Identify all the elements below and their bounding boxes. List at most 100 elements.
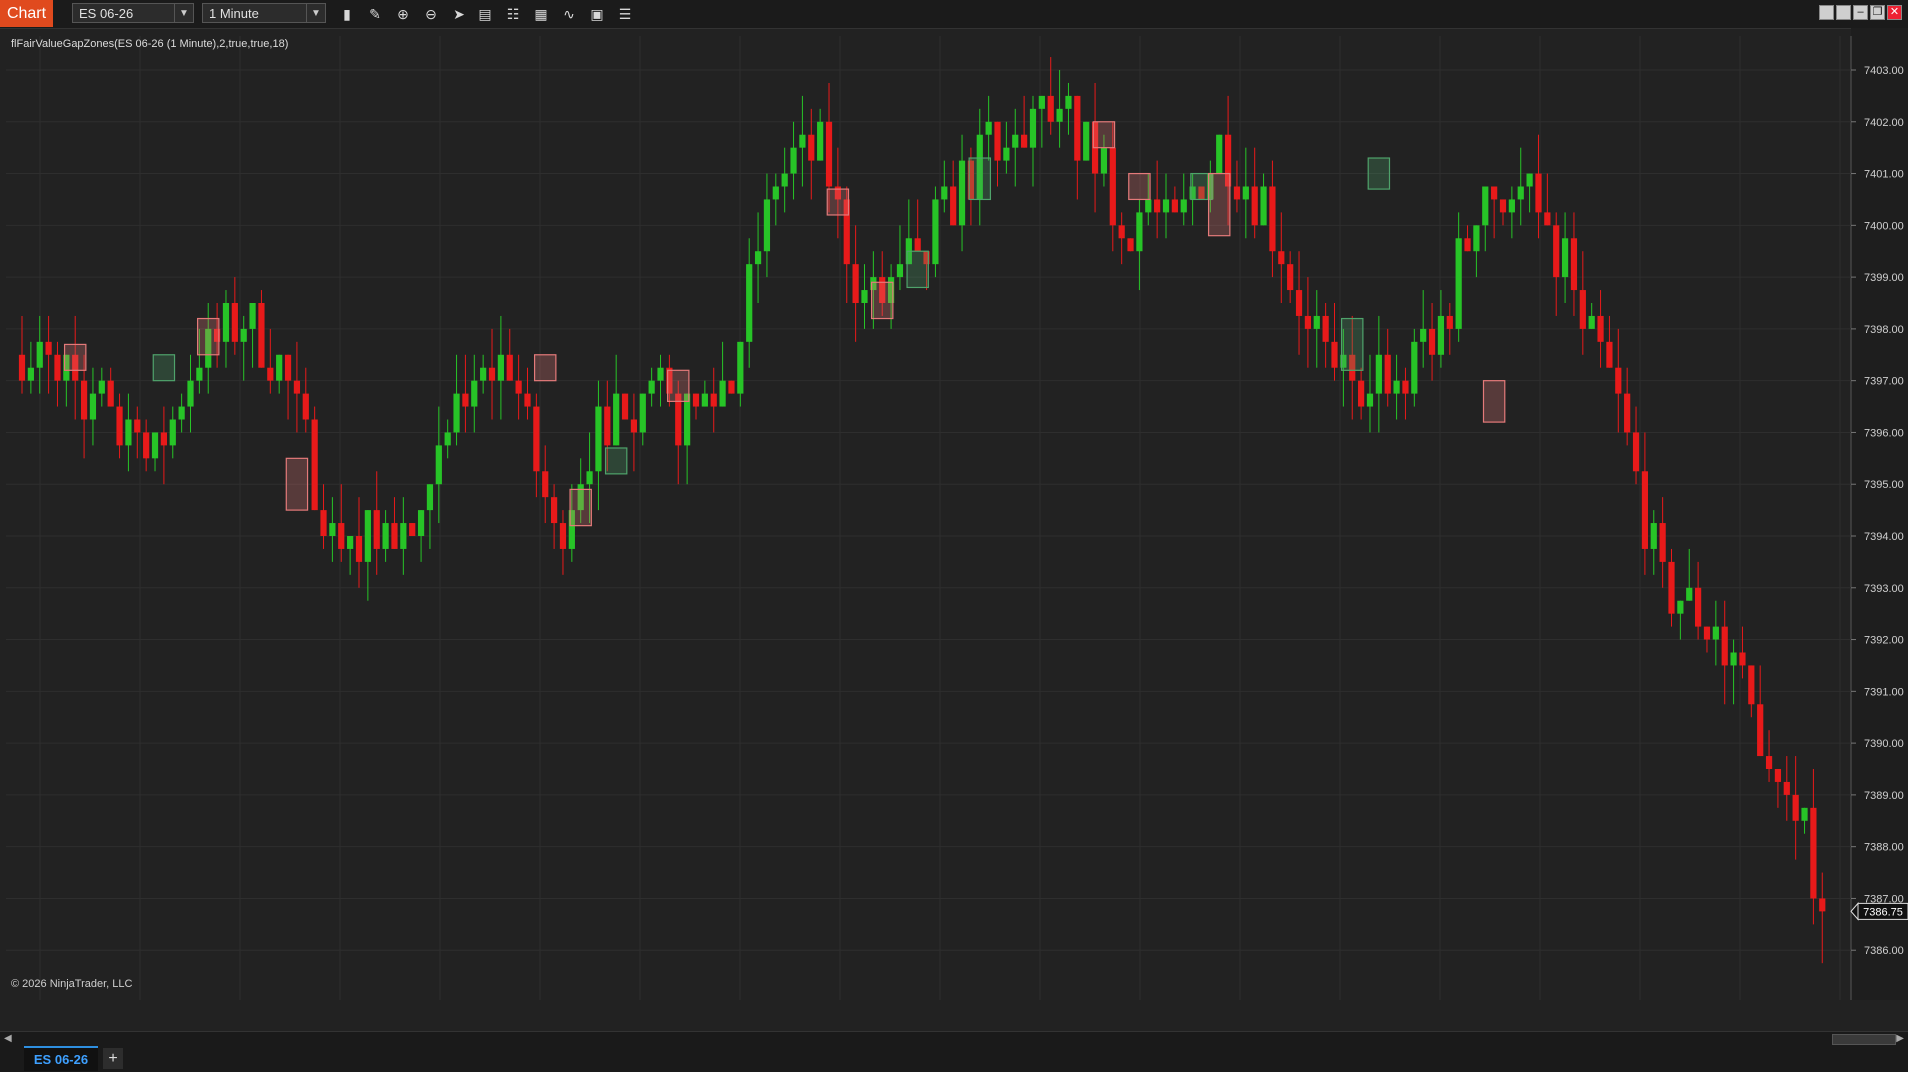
strategies-icon[interactable]: ▦ bbox=[530, 4, 552, 24]
minimize-icon[interactable]: – bbox=[1853, 5, 1868, 20]
candle-up bbox=[799, 134, 806, 148]
last-price-label: 7386.75 bbox=[1863, 906, 1903, 918]
candle-down bbox=[391, 523, 398, 549]
candle-up bbox=[453, 393, 460, 433]
candle-down bbox=[604, 406, 611, 446]
candle-up bbox=[586, 471, 593, 485]
candle-up bbox=[222, 303, 230, 342]
instrument-selector[interactable]: ES 06-26 ▼ bbox=[72, 3, 194, 23]
restore-icon[interactable] bbox=[1836, 5, 1851, 20]
zoom-out-icon[interactable]: ⊖ bbox=[420, 4, 442, 24]
candle-up bbox=[382, 523, 389, 549]
interval-value: 1 Minute bbox=[209, 6, 259, 21]
scroll-thumb[interactable] bbox=[1832, 1034, 1896, 1045]
candle-up bbox=[595, 406, 602, 472]
candle-up bbox=[861, 290, 868, 303]
candle-up bbox=[701, 393, 708, 407]
candle-down bbox=[45, 341, 52, 355]
candle-up bbox=[958, 160, 966, 226]
fvg-zone-bull bbox=[1341, 317, 1364, 371]
chart-toolbar: Chart ES 06-26 ▼ 1 Minute ▼ ▮ ✎ ⊕ ⊖ ➤ ▤ … bbox=[0, 0, 1908, 29]
candle-up bbox=[480, 367, 487, 381]
interval-selector[interactable]: 1 Minute ▼ bbox=[202, 3, 326, 23]
candle-down bbox=[728, 380, 735, 394]
candle-up bbox=[1260, 186, 1267, 226]
candle-up bbox=[196, 367, 203, 381]
fvg-zone-bull bbox=[906, 250, 929, 289]
maximize-icon[interactable]: ❐ bbox=[1870, 5, 1885, 20]
candle-down bbox=[338, 523, 345, 549]
candle-down bbox=[1819, 898, 1826, 912]
candle-up bbox=[746, 264, 753, 342]
tab-es-06-26[interactable]: ES 06-26 bbox=[24, 1046, 98, 1071]
candle-down bbox=[1127, 238, 1134, 252]
candle-down bbox=[1446, 315, 1453, 329]
tile-icon[interactable] bbox=[1819, 5, 1834, 20]
chart-window-label[interactable]: Chart bbox=[0, 0, 53, 27]
chevron-down-icon[interactable]: ▼ bbox=[174, 4, 193, 22]
fvg-zone-bear bbox=[63, 343, 87, 371]
candle-down bbox=[18, 354, 26, 381]
fvg-zone-bear bbox=[1207, 172, 1231, 237]
candle-down bbox=[1615, 367, 1622, 394]
instrument-value: ES 06-26 bbox=[79, 6, 134, 21]
bars-type-icon[interactable]: ▮ bbox=[336, 4, 358, 24]
data-box-icon[interactable]: ▤ bbox=[474, 4, 496, 24]
candle-down bbox=[1774, 769, 1782, 782]
price-tick-label: 7399.00 bbox=[1864, 272, 1904, 284]
fvg-zone-bear bbox=[1092, 121, 1116, 149]
candle-down bbox=[1739, 652, 1746, 666]
candle-down bbox=[1295, 290, 1303, 316]
price-tick-label: 7400.00 bbox=[1864, 220, 1904, 232]
horizontal-scrollbar[interactable]: ◀ ▶ bbox=[0, 1031, 1908, 1046]
candle-up bbox=[240, 328, 247, 342]
candle-up bbox=[1677, 600, 1684, 614]
fvg-zone-bear bbox=[533, 354, 557, 382]
candle-down bbox=[1606, 341, 1613, 368]
indicators-icon[interactable]: ∿ bbox=[558, 4, 580, 24]
candle-up bbox=[1420, 328, 1427, 342]
scroll-left-icon[interactable]: ◀ bbox=[4, 1032, 12, 1046]
candle-down bbox=[302, 393, 309, 420]
candle-up bbox=[1730, 652, 1737, 666]
candle-up bbox=[657, 367, 664, 381]
candle-up bbox=[1650, 523, 1657, 549]
candle-up bbox=[364, 510, 371, 562]
close-icon[interactable]: ✕ bbox=[1887, 5, 1902, 20]
candle-up bbox=[790, 147, 797, 174]
candle-down bbox=[1544, 212, 1551, 226]
chevron-down-icon[interactable]: ▼ bbox=[306, 4, 325, 22]
candle-down bbox=[1251, 186, 1258, 226]
candle-down bbox=[1624, 393, 1631, 433]
candle-down bbox=[1428, 328, 1436, 355]
properties-icon[interactable]: ☷ bbox=[502, 4, 524, 24]
zoom-in-icon[interactable]: ⊕ bbox=[392, 4, 414, 24]
list-icon[interactable]: ☰ bbox=[614, 4, 636, 24]
candle-down bbox=[692, 393, 700, 407]
candle-up bbox=[249, 303, 256, 329]
price-tick-label: 7393.00 bbox=[1864, 583, 1904, 595]
candle-up bbox=[1455, 238, 1462, 329]
candle-down bbox=[1695, 587, 1702, 627]
price-chart[interactable]: 7403.00 7402.00 7401.00 7400.00 7399.00 7398.… bbox=[0, 28, 1908, 1000]
fvg-zone-bear bbox=[285, 457, 309, 511]
scroll-right-icon[interactable]: ▶ bbox=[1896, 1032, 1904, 1046]
candle-up bbox=[497, 354, 504, 381]
candle-down bbox=[506, 354, 513, 381]
price-tick-label: 7401.00 bbox=[1864, 169, 1904, 181]
price-tick-label: 7390.00 bbox=[1864, 738, 1904, 750]
pointer-icon[interactable]: ➤ bbox=[448, 4, 470, 24]
add-tab-button[interactable]: + bbox=[103, 1048, 123, 1069]
fvg-zone-bull bbox=[604, 447, 628, 475]
pencil-icon[interactable]: ✎ bbox=[364, 4, 386, 24]
candle-up bbox=[1242, 186, 1249, 200]
drawing-tools-icon[interactable]: ▣ bbox=[586, 4, 608, 24]
candle-up bbox=[1038, 95, 1045, 109]
candle-down bbox=[1553, 225, 1560, 278]
fvg-zone-bear bbox=[196, 317, 220, 356]
candle-down bbox=[1233, 186, 1241, 200]
candle-down bbox=[1570, 238, 1578, 291]
candle-down bbox=[1322, 315, 1329, 342]
candle-down bbox=[533, 406, 540, 472]
candle-up bbox=[1526, 173, 1533, 187]
